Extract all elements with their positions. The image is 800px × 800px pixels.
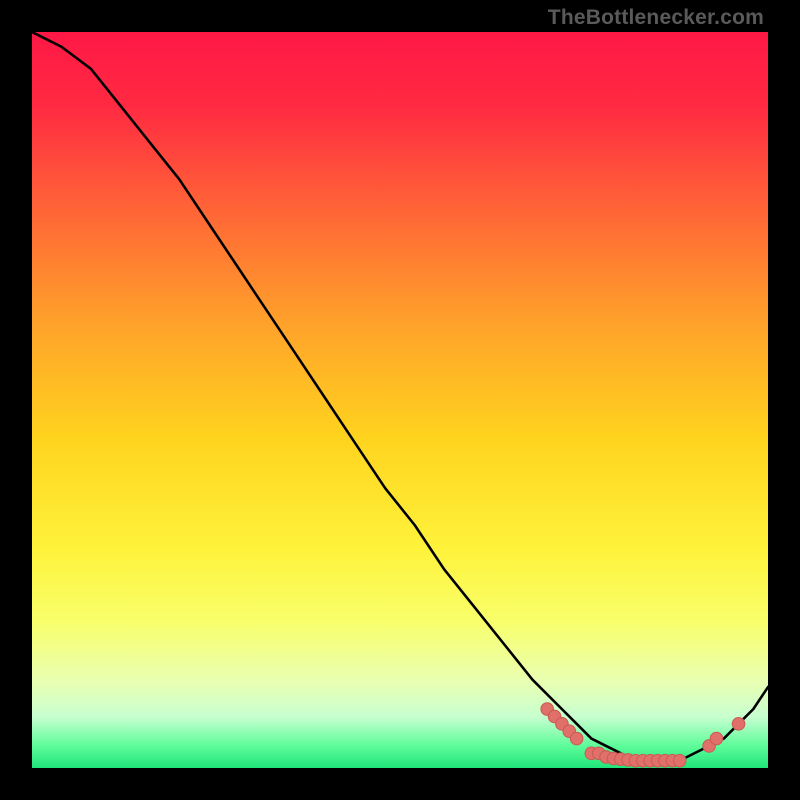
plot-area bbox=[32, 32, 768, 768]
chart-frame: TheBottlenecker.com bbox=[0, 0, 800, 800]
background-gradient bbox=[32, 32, 768, 768]
watermark-text: TheBottlenecker.com bbox=[548, 6, 764, 30]
